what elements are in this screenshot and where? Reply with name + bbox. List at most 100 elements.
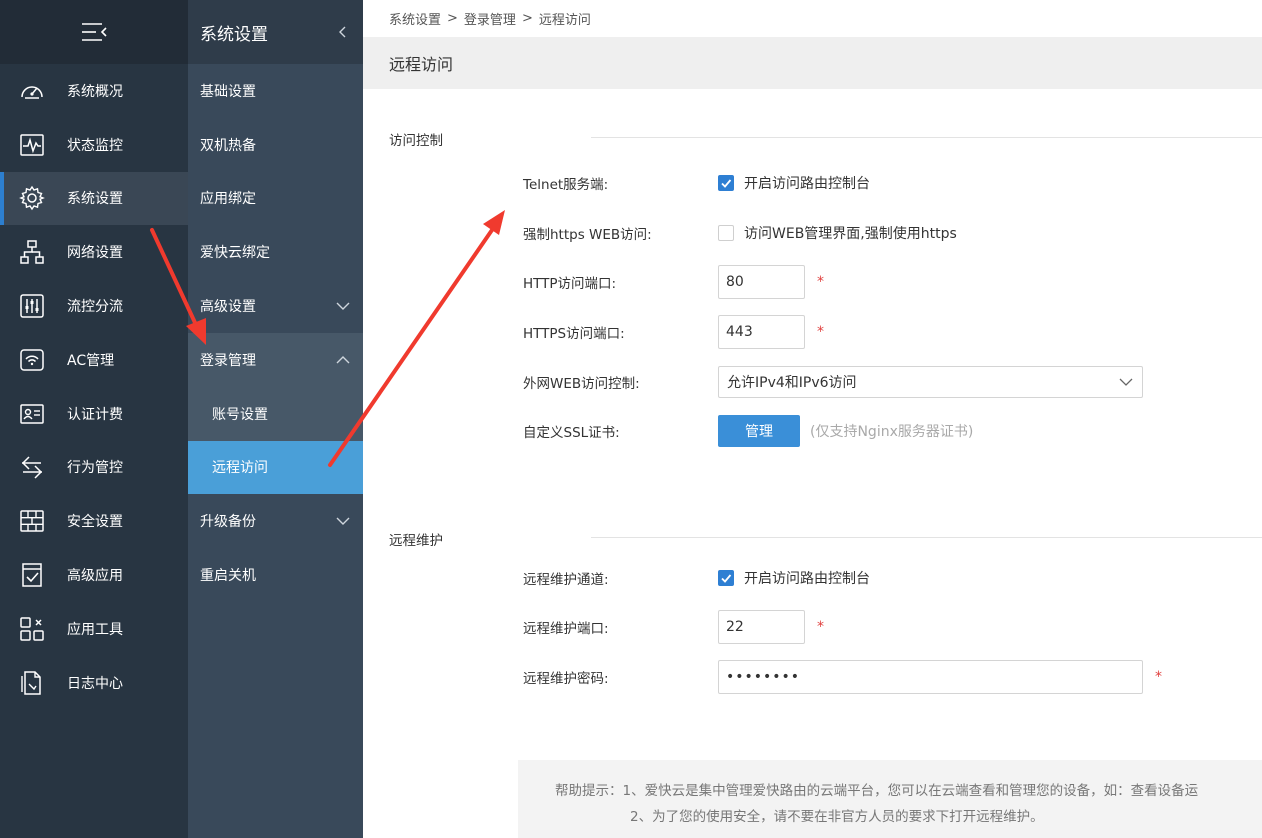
sidebar-item-auth-billing[interactable]: 认证计费: [0, 387, 188, 441]
remote-port-label: 远程维护端口:: [523, 621, 609, 637]
remote-password-input[interactable]: ••••••••: [718, 660, 1143, 694]
menu-collapse-button[interactable]: [0, 0, 188, 64]
sidebar-item-behavior[interactable]: 行为管控: [0, 441, 188, 495]
sidebar-item-app-tools[interactable]: 应用工具: [0, 602, 188, 656]
sidebar-item-label: 流控分流: [67, 299, 123, 316]
subnav-header: 系统设置: [188, 0, 363, 64]
remote-channel-checkbox-text: 开启访问路由控制台: [744, 571, 870, 587]
sidebar-item-advanced-apps[interactable]: 高级应用: [0, 548, 188, 602]
remote-channel-checkbox[interactable]: [718, 570, 734, 586]
http-port-input[interactable]: 80: [718, 265, 805, 299]
required-mark: *: [817, 619, 824, 635]
help-tip-box: 帮助提示：1、爱快云是集中管理爱快路由的云端平台，您可以在云端查看和管理您的设备…: [518, 760, 1262, 838]
sidebar-item-label: AC管理: [67, 352, 115, 369]
https-force-checkbox[interactable]: [718, 225, 734, 241]
sidebar-item-monitor[interactable]: 状态监控: [0, 118, 188, 172]
speedometer-icon: [19, 78, 45, 104]
subnav-item-basic[interactable]: 基础设置: [188, 64, 363, 118]
breadcrumb: 系统设置 > 登录管理 > 远程访问: [363, 0, 1262, 37]
breadcrumb-link[interactable]: 系统设置: [389, 9, 441, 28]
main-content: 系统设置 > 登录管理 > 远程访问 远程访问 访问控制 Telnet服务端: …: [363, 0, 1262, 838]
page-title-bar: 远程访问: [363, 37, 1262, 89]
sliders-icon: [19, 293, 45, 319]
sidebar-item-label: 状态监控: [67, 137, 123, 154]
remote-channel-label: 远程维护通道:: [523, 572, 609, 588]
tools-grid-icon: [19, 616, 45, 642]
subnav-item-label: 重启关机: [200, 568, 256, 585]
wifi-router-icon: [19, 347, 45, 373]
subnav-item-label: 升级备份: [200, 514, 256, 531]
network-icon: [19, 239, 45, 265]
subnav-item-login-mgmt[interactable]: 登录管理: [188, 332, 363, 387]
subnav-item-cloud-bind[interactable]: 爱快云绑定: [188, 225, 363, 279]
subnav-item-ha[interactable]: 双机热备: [188, 118, 363, 172]
https-force-label: 强制https WEB访问:: [523, 227, 652, 243]
sidebar-item-label: 系统设置: [67, 191, 123, 208]
https-port-input[interactable]: 443: [718, 315, 805, 349]
sidebar-item-label: 高级应用: [67, 568, 123, 585]
subnav-item-upgrade-backup[interactable]: 升级备份: [188, 494, 363, 548]
subnav-item-remote-access[interactable]: 远程访问: [188, 440, 363, 495]
chevron-up-icon: [336, 355, 350, 364]
subnav-title: 系统设置: [200, 24, 268, 45]
subnav-item-app-bind[interactable]: 应用绑定: [188, 172, 363, 226]
remote-password-row: 远程维护密码: •••••••• *: [523, 660, 1162, 694]
firewall-icon: [19, 508, 45, 534]
https-port-row: HTTPS访问端口: 443 *: [523, 315, 824, 349]
primary-sidebar: 系统概况 状态监控 系统设置 网络设置 流控分流 AC管理 认证计费 行为管控 …: [0, 0, 188, 838]
sidebar-item-system-settings[interactable]: 系统设置: [0, 171, 188, 226]
telnet-label: Telnet服务端:: [523, 177, 609, 193]
menu-collapse-icon: [82, 23, 107, 41]
gear-icon: [19, 185, 45, 211]
subnav-item-reboot[interactable]: 重启关机: [188, 548, 363, 602]
secondary-sidebar: 系统设置 基础设置 双机热备 应用绑定 爱快云绑定 高级设置 登录管理 账号设置…: [188, 0, 363, 838]
section-heading-access-control: 访问控制: [389, 133, 443, 149]
required-mark: *: [817, 274, 824, 290]
help-tip-line: 2、为了您的使用安全，请不要在非官方人员的要求下打开远程维护。: [630, 809, 1044, 825]
required-mark: *: [1155, 669, 1162, 685]
breadcrumb-current: 远程访问: [538, 13, 591, 28]
wan-access-label: 外网WEB访问控制:: [523, 376, 640, 392]
breadcrumb-separator: >: [447, 11, 458, 26]
http-port-row: HTTP访问端口: 80 *: [523, 265, 824, 299]
subnav-item-label: 爱快云绑定: [200, 245, 270, 262]
remote-port-row: 远程维护端口: 22 *: [523, 610, 824, 644]
sidebar-item-overview[interactable]: 系统概况: [0, 64, 188, 118]
sidebar-item-label: 认证计费: [67, 406, 123, 423]
section-heading-remote-maintenance: 远程维护: [389, 533, 443, 549]
https-force-checkbox-text: 访问WEB管理界面,强制使用https: [744, 226, 957, 242]
sidebar-item-label: 行为管控: [67, 460, 123, 477]
subnav-item-label: 登录管理: [200, 352, 256, 369]
ssl-cert-label: 自定义SSL证书:: [523, 425, 620, 441]
remote-port-input[interactable]: 22: [718, 610, 805, 644]
https-port-label: HTTPS访问端口:: [523, 326, 625, 342]
chevron-down-icon: [336, 302, 350, 311]
sidebar-item-ac[interactable]: AC管理: [0, 333, 188, 387]
telnet-row: Telnet服务端: 开启访问路由控制台: [523, 166, 870, 200]
subnav-item-account[interactable]: 账号设置: [188, 386, 363, 441]
sidebar-item-label: 系统概况: [67, 83, 123, 100]
pulse-monitor-icon: [19, 132, 45, 158]
wan-access-select[interactable]: 允许IPv4和IPv6访问: [718, 366, 1143, 398]
sidebar-item-security[interactable]: 安全设置: [0, 494, 188, 548]
sidebar-item-flow-control[interactable]: 流控分流: [0, 279, 188, 333]
checkmark-icon: [721, 574, 732, 583]
sidebar-item-label: 应用工具: [67, 621, 123, 638]
required-mark: *: [817, 324, 824, 340]
sidebar-item-label: 网络设置: [67, 245, 123, 262]
chevron-down-icon: [336, 517, 350, 526]
breadcrumb-link[interactable]: 登录管理: [464, 9, 516, 28]
subnav-item-label: 应用绑定: [200, 191, 256, 208]
manage-ssl-button[interactable]: 管理: [718, 415, 800, 447]
subnav-item-label: 基础设置: [200, 83, 256, 100]
subnav-item-label: 远程访问: [212, 460, 268, 477]
sidebar-item-logs[interactable]: 日志中心: [0, 656, 188, 710]
telnet-checkbox[interactable]: [718, 175, 734, 191]
chevron-left-icon[interactable]: [335, 24, 351, 40]
sidebar-item-network[interactable]: 网络设置: [0, 225, 188, 279]
subnav-item-advanced[interactable]: 高级设置: [188, 279, 363, 333]
wan-access-row: 外网WEB访问控制: 允许IPv4和IPv6访问: [523, 365, 1143, 399]
swap-arrows-icon: [19, 454, 45, 480]
page-title: 远程访问: [389, 55, 454, 74]
sidebar-item-label: 日志中心: [67, 675, 123, 692]
